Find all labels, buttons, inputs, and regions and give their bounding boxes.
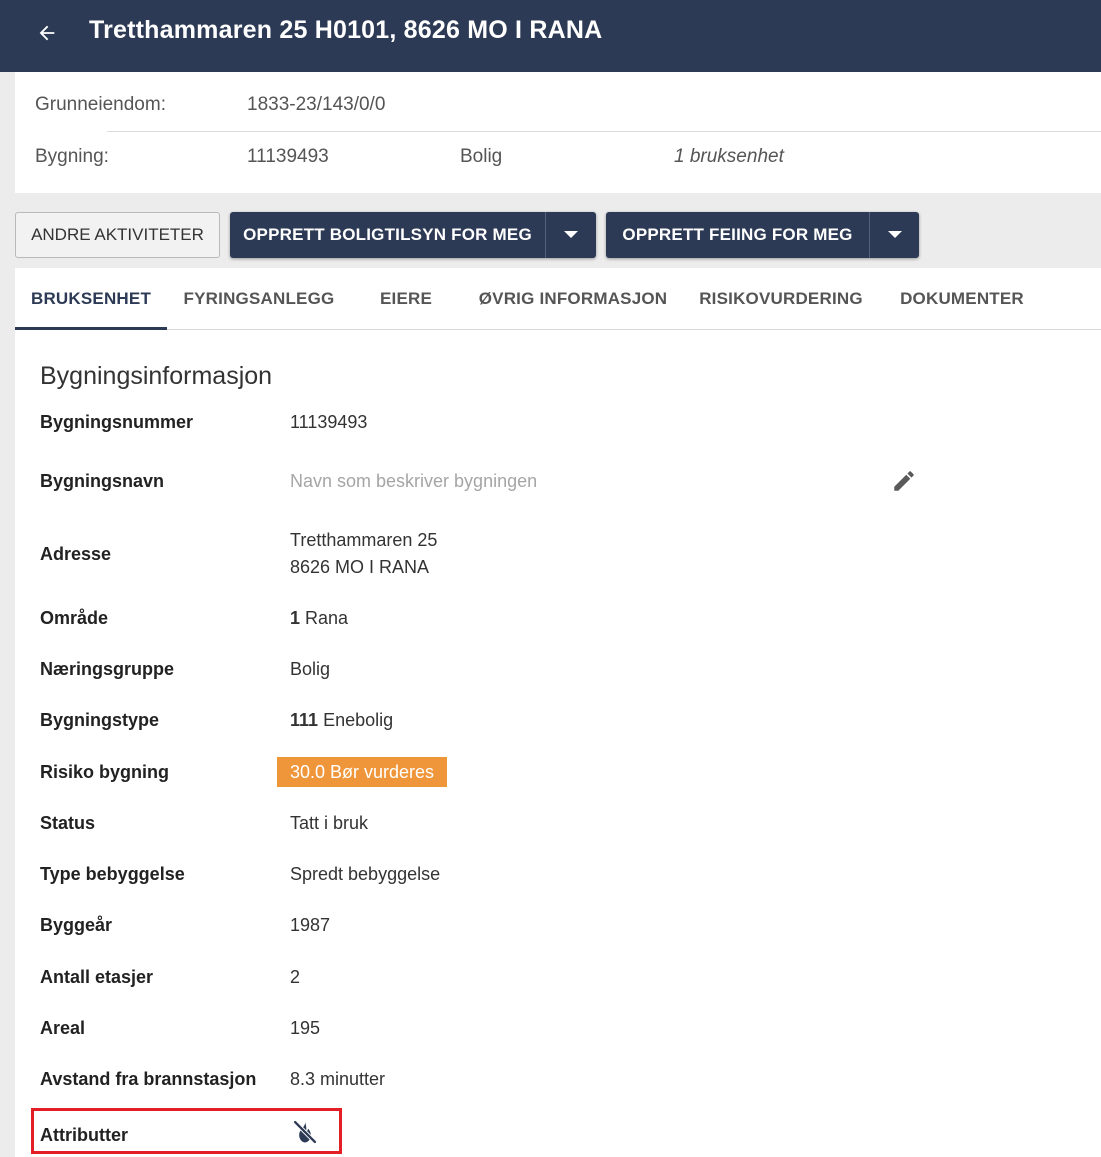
tab-fyringsanlegg[interactable]: FYRINGSANLEGG [173, 268, 345, 330]
caret-down-icon [564, 231, 578, 238]
tab-dokumenter[interactable]: DOKUMENTER [893, 268, 1031, 330]
omrade-code: 1 [290, 608, 301, 628]
bygningstype-code: 111 [290, 710, 319, 730]
attributter-highlight-box [31, 1108, 342, 1154]
other-activities-button[interactable]: ANDRE AKTIVITETER [15, 212, 220, 258]
byggear-label: Byggeår [40, 915, 113, 935]
bygningsnavn-placeholder[interactable]: Navn som beskriver bygningen [290, 471, 537, 492]
tab-eiere[interactable]: EIERE [367, 268, 445, 330]
naeringsgruppe-label: Næringsgruppe [40, 659, 175, 679]
create-sweeping-split-button: OPPRETT FEIING FOR MEG [606, 212, 919, 258]
type-bebyggelse-value: Spredt bebyggelse [290, 864, 441, 884]
tab-risikovurdering[interactable]: RISIKOVURDERING [699, 268, 863, 330]
naeringsgruppe-value: Bolig [290, 659, 331, 679]
back-button[interactable] [30, 16, 64, 50]
areal-label: Areal [40, 1018, 86, 1038]
status-value: Tatt i bruk [290, 813, 369, 833]
adresse-line2: 8626 MO I RANA [290, 557, 430, 577]
adresse-line1: Tretthammaren 25 [290, 530, 438, 550]
caret-down-icon [887, 231, 902, 238]
grunneiendom-label: Grunneiendom: [35, 94, 166, 115]
bygningsnummer-label: Bygningsnummer [40, 412, 194, 432]
status-label: Status [40, 813, 96, 833]
grunneiendom-value: 1833-23/143/0/0 [247, 94, 386, 115]
tab-ovrig-informasjon[interactable]: ØVRIG INFORMASJON [475, 268, 671, 330]
create-inspection-button[interactable]: OPPRETT BOLIGTILSYN FOR MEG [230, 212, 545, 258]
adresse-label: Adresse [40, 544, 112, 564]
byggear-value: 1987 [290, 915, 331, 935]
bygning-number: 11139493 [247, 146, 329, 167]
avstand-label: Avstand fra brannstasjon [40, 1069, 257, 1089]
bygning-label: Bygning: [35, 146, 109, 167]
bygningsnummer-value: 11139493 [290, 412, 368, 432]
bygningsnavn-label: Bygningsnavn [40, 471, 165, 491]
omrade-label: Område [40, 608, 109, 628]
avstand-value: 8.3 minutter [290, 1069, 386, 1089]
content-panel: BRUKSENHET FYRINGSANLEGG EIERE ØVRIG INF… [15, 268, 1101, 1157]
bygningstype-value: 111 Enebolig [290, 710, 393, 731]
create-sweeping-dropdown[interactable] [870, 212, 919, 258]
omrade-value: 1 Rana [290, 608, 348, 629]
tab-bar: BRUKSENHET FYRINGSANLEGG EIERE ØVRIG INF… [15, 268, 1101, 330]
create-sweeping-button[interactable]: OPPRETT FEIING FOR MEG [606, 212, 869, 258]
create-inspection-dropdown[interactable] [546, 212, 596, 258]
edit-building-name-button[interactable] [890, 467, 918, 495]
pencil-icon [894, 471, 914, 491]
etasjer-label: Antall etasjer [40, 967, 154, 987]
tab-bruksenhet[interactable]: BRUKSENHET [15, 268, 167, 330]
omrade-name: Rana [305, 608, 349, 628]
type-bebyggelse-label: Type bebyggelse [40, 864, 185, 884]
bygningstype-label: Bygningstype [40, 710, 160, 730]
create-inspection-split-button: OPPRETT BOLIGTILSYN FOR MEG [230, 212, 596, 258]
etasjer-value: 2 [290, 967, 301, 987]
risk-badge: 30.0 Bør vurderes [277, 757, 447, 787]
page-title: Tretthammaren 25 H0101, 8626 MO I RANA [89, 16, 603, 44]
risiko-label: Risiko bygning [40, 762, 170, 782]
bygning-type: Bolig [460, 146, 503, 167]
property-summary: Grunneiendom: 1833-23/143/0/0 Bygning: 1… [15, 72, 1101, 193]
bygning-units: 1 bruksenhet [674, 146, 784, 167]
active-tab-indicator [15, 327, 167, 330]
bygning-row: Bygning: 11139493 Bolig 1 bruksenhet [15, 124, 1101, 176]
grunneiendom-row: Grunneiendom: 1833-23/143/0/0 [15, 72, 1101, 124]
app-header: Tretthammaren 25 H0101, 8626 MO I RANA [0, 0, 1101, 72]
areal-value: 195 [290, 1018, 321, 1038]
section-title: Bygningsinformasjon [40, 362, 273, 390]
bygningstype-name: Enebolig [323, 710, 394, 730]
arrow-left-icon [39, 25, 55, 41]
